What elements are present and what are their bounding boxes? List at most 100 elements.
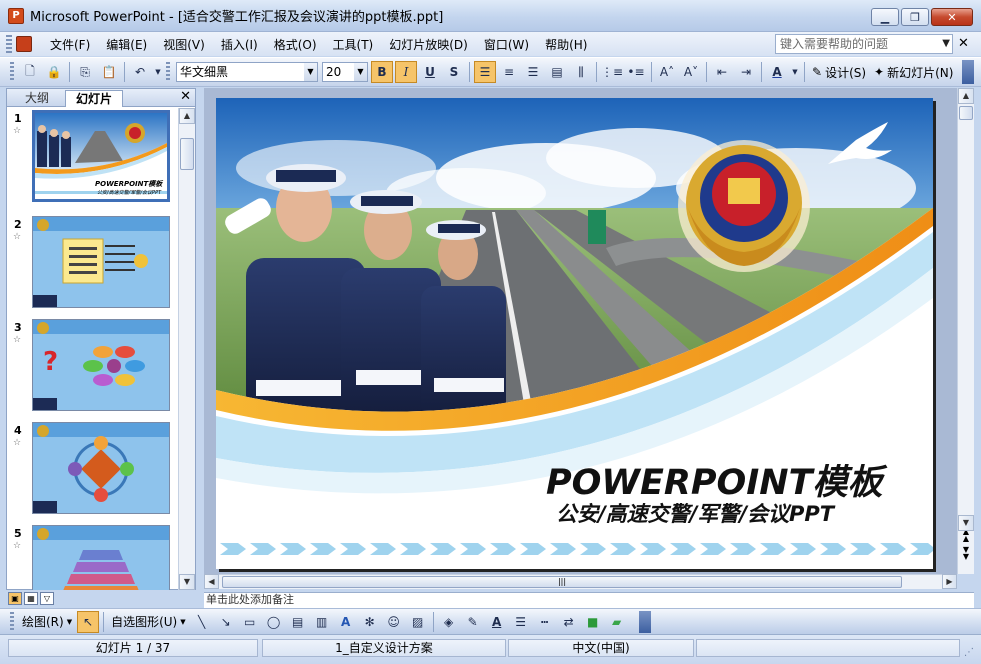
scroll-thumb[interactable]: ||| <box>222 576 902 588</box>
rectangle-button[interactable]: ▭ <box>239 611 261 633</box>
font-color-dropdown[interactable]: ▼ <box>790 61 800 83</box>
scroll-thumb[interactable] <box>959 106 973 120</box>
picture-button[interactable]: ▨ <box>407 611 429 633</box>
normal-view-button[interactable]: ▣ <box>8 592 22 605</box>
chevron-down-icon[interactable]: ▼ <box>304 63 317 81</box>
tab-slides[interactable]: 幻灯片 <box>65 90 124 107</box>
slide-vertical-scrollbar[interactable]: ▲ ▲ ▲ ▼ ▼ ▼ <box>957 88 974 574</box>
pane-close-icon[interactable]: ✕ <box>180 89 191 104</box>
new-document-button[interactable]: 🗋 <box>19 61 41 83</box>
menu-grip-handle[interactable] <box>6 35 12 53</box>
scroll-left-arrow-icon[interactable]: ◀ <box>204 574 219 589</box>
help-search-input[interactable]: 键入需要帮助的问题 ▼ <box>775 34 953 54</box>
undo-dropdown-button[interactable]: ▼ <box>153 61 163 83</box>
text-direction-button[interactable]: ⫼ <box>570 61 592 83</box>
diagram-button[interactable]: ✻ <box>359 611 381 633</box>
bold-button[interactable]: B <box>371 61 393 83</box>
arrow-button[interactable]: ↘ <box>215 611 237 633</box>
thumbnail-scrollbar[interactable]: ▲ ▼ <box>178 108 195 590</box>
wordart-button[interactable]: A <box>335 611 357 633</box>
textbox-button[interactable]: ▤ <box>287 611 309 633</box>
clipart-button[interactable]: ☺ <box>383 611 405 633</box>
shadow-button[interactable]: S <box>443 61 465 83</box>
current-slide[interactable]: POWERPOINT模板 公安/高速交警/军警/会议PPT <box>216 98 933 569</box>
toolbar-grip-handle[interactable] <box>10 611 14 632</box>
arrow-style-button[interactable]: ⇄ <box>558 611 580 633</box>
close-button[interactable]: ✕ <box>931 8 973 26</box>
draw-menu-button[interactable]: 绘图(R) ▼ <box>18 613 76 630</box>
slide-thumbnail-row[interactable]: 2 ☆ <box>7 216 179 316</box>
scroll-up-arrow-icon[interactable]: ▲ <box>958 88 974 104</box>
menu-edit[interactable]: 编辑(E) <box>98 36 155 53</box>
menu-format[interactable]: 格式(O) <box>266 36 325 53</box>
copy-button[interactable]: ⎘ <box>74 61 96 83</box>
italic-button[interactable]: I <box>395 61 417 83</box>
menu-tools[interactable]: 工具(T) <box>325 36 382 53</box>
scroll-down-arrow-icon[interactable]: ▼ <box>958 515 974 531</box>
fill-color-button[interactable]: ◈ <box>438 611 460 633</box>
design-button[interactable]: ✎ 设计(S) <box>808 64 870 81</box>
slide-thumbnail[interactable] <box>32 525 170 590</box>
menu-help[interactable]: 帮助(H) <box>537 36 595 53</box>
align-right-button[interactable]: ☰ <box>522 61 544 83</box>
slide-horizontal-scrollbar[interactable]: ◀ ||| ▶ <box>204 574 957 589</box>
menu-slideshow[interactable]: 幻灯片放映(D) <box>381 36 476 53</box>
slide-thumbnail-row[interactable]: 5 ☆ <box>7 525 179 590</box>
document-close-icon[interactable]: ✕ <box>958 36 969 51</box>
chevron-down-icon[interactable]: ▼ <box>942 35 950 53</box>
font-size-combo[interactable]: 20 ▼ <box>322 62 368 82</box>
menu-view[interactable]: 视图(V) <box>155 36 213 53</box>
font-name-combo[interactable]: 华文细黑 ▼ <box>176 62 318 82</box>
menu-window[interactable]: 窗口(W) <box>476 36 537 53</box>
font-color-button[interactable]: A <box>766 61 788 83</box>
bullets-button[interactable]: •≡ <box>625 61 647 83</box>
underline-button[interactable]: U <box>419 61 441 83</box>
slideshow-view-button[interactable]: ▽ <box>40 592 54 605</box>
3d-style-button[interactable]: ▰ <box>606 611 628 633</box>
powerpoint-app-icon[interactable]: P <box>8 7 24 24</box>
slide-thumbnail[interactable]: ? <box>32 319 170 411</box>
slide-thumbnail-row[interactable]: 4 ☆ <box>7 422 179 522</box>
slide-thumbnail[interactable] <box>32 216 170 308</box>
permission-button[interactable]: 🔒 <box>43 61 65 83</box>
align-left-button[interactable]: ☰ <box>474 61 496 83</box>
dash-style-button[interactable]: ┅ <box>534 611 556 633</box>
shadow-style-button[interactable]: ■ <box>582 611 604 633</box>
menu-insert[interactable]: 插入(I) <box>213 36 266 53</box>
toolbar-options-button[interactable] <box>962 60 974 84</box>
resize-grip-icon[interactable]: ⋰ <box>964 647 974 658</box>
slide-sorter-view-button[interactable]: ▦ <box>24 592 38 605</box>
paste-button[interactable]: 📋 <box>98 61 120 83</box>
slide-subtitle[interactable]: 公安/高速交警/军警/会议PPT <box>556 498 834 528</box>
autoshapes-button[interactable]: 自选图形(U) ▼ <box>107 613 190 630</box>
slide-thumbnail[interactable]: POWERPOINT模板 公安/高速交警/军警/会议PPT <box>32 110 170 202</box>
notes-pane[interactable]: 单击此处添加备注 <box>204 592 974 608</box>
line-color-button[interactable]: ✎ <box>462 611 484 633</box>
next-slide-button[interactable]: ▼ ▼ <box>958 546 974 561</box>
slide-thumbnail[interactable] <box>32 422 170 514</box>
oval-button[interactable]: ◯ <box>263 611 285 633</box>
scroll-up-arrow-icon[interactable]: ▲ <box>179 108 195 124</box>
font-color-draw-button[interactable]: A <box>486 611 508 633</box>
minimize-button[interactable]: ▁ <box>871 8 899 26</box>
numbering-button[interactable]: ⋮≡ <box>601 61 623 83</box>
toolbar-grip-handle[interactable] <box>10 62 14 82</box>
line-button[interactable]: ╲ <box>191 611 213 633</box>
align-center-button[interactable]: ≡ <box>498 61 520 83</box>
scroll-thumb[interactable] <box>180 138 194 170</box>
undo-button[interactable]: ↶ <box>129 61 151 83</box>
scroll-right-arrow-icon[interactable]: ▶ <box>942 574 957 589</box>
decrease-indent-button[interactable]: ⇤ <box>711 61 733 83</box>
justify-button[interactable]: ▤ <box>546 61 568 83</box>
increase-indent-button[interactable]: ⇥ <box>735 61 757 83</box>
new-slide-button[interactable]: ✦ 新幻灯片(N) <box>870 64 957 81</box>
scroll-down-arrow-icon[interactable]: ▼ <box>179 574 195 590</box>
document-icon[interactable] <box>16 36 32 52</box>
slide-thumbnail-row[interactable]: 1 ☆ POWERPOINT模板 公安/高速交警/军警/会议PPT <box>7 110 179 210</box>
select-objects-button[interactable]: ↖ <box>77 610 100 633</box>
line-style-button[interactable]: ☰ <box>510 611 532 633</box>
slide-thumbnail-row[interactable]: 3 ☆ ? <box>7 319 179 419</box>
toolbar-grip-handle[interactable] <box>166 62 170 82</box>
toolbar-options-button[interactable] <box>639 611 651 633</box>
maximize-button[interactable]: ❐ <box>901 8 929 26</box>
